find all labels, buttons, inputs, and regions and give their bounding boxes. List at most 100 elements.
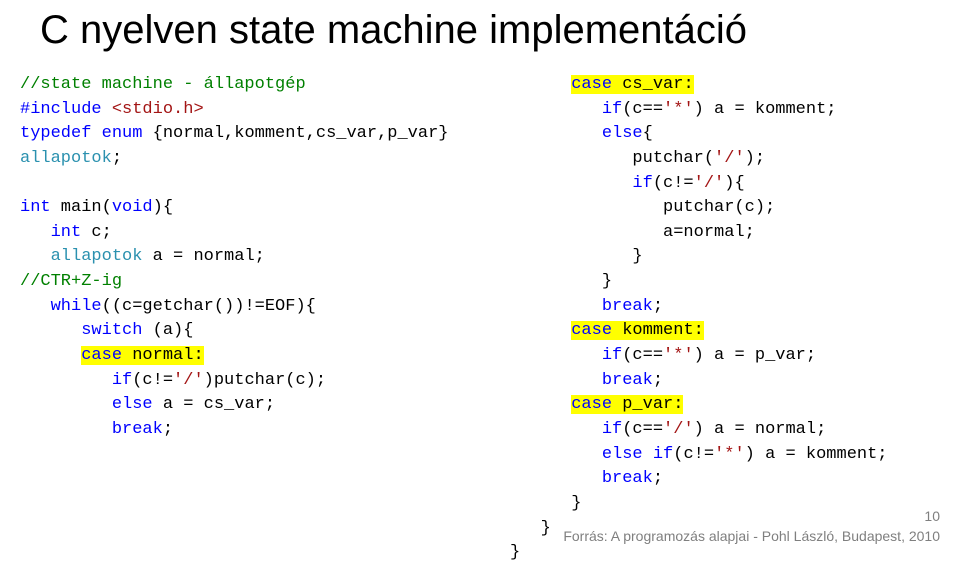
code-text: ) a = komment; <box>694 100 837 119</box>
code-text: ) a = p_var; <box>694 346 816 365</box>
code-text <box>20 371 112 390</box>
code-text: if <box>602 346 622 365</box>
code-text: if <box>602 100 622 119</box>
code-text: } <box>510 247 643 266</box>
code-text: ; <box>112 149 122 168</box>
code-text: else <box>602 445 643 464</box>
code-text: } <box>510 494 581 513</box>
code-columns: //state machine - állapotgép #include <s… <box>0 63 960 566</box>
code-text <box>510 75 571 94</box>
code-text: (a){ <box>142 321 193 340</box>
code-text: '/' <box>714 149 745 168</box>
page-title: C nyelven state machine implementáció <box>0 0 960 63</box>
code-text: } <box>510 272 612 291</box>
code-text: ; <box>653 297 663 316</box>
code-text: (c!= <box>673 445 714 464</box>
code-text: void <box>112 198 153 217</box>
code-text: main( <box>51 198 112 217</box>
code-text <box>510 371 602 390</box>
code-text: <stdio.h> <box>112 100 204 119</box>
code-text: ) a = normal; <box>694 420 827 439</box>
code-text: '/' <box>173 371 204 390</box>
code-text: '*' <box>714 445 745 464</box>
code-text <box>510 321 571 340</box>
code-text <box>510 346 602 365</box>
code-text: cs_var: <box>612 75 694 94</box>
code-line: #include <box>20 100 102 119</box>
code-text: (c!= <box>653 174 694 193</box>
code-text: if <box>112 371 132 390</box>
code-text <box>20 321 81 340</box>
code-text: normal: <box>122 346 204 365</box>
code-text: komment: <box>612 321 704 340</box>
code-text <box>20 223 51 242</box>
code-text: allapotok <box>51 247 143 266</box>
code-text: (c== <box>622 346 663 365</box>
page-number: 10 <box>924 508 940 524</box>
code-text: case <box>571 321 612 340</box>
code-text: ){ <box>724 174 744 193</box>
code-text: p_var: <box>612 395 683 414</box>
code-text: ; <box>653 371 663 390</box>
code-text: if <box>602 420 622 439</box>
code-text: typedef <box>20 124 91 143</box>
code-text: enum <box>102 124 143 143</box>
code-text <box>20 247 51 266</box>
code-text: int <box>51 223 82 242</box>
code-text: ) a = komment; <box>745 445 888 464</box>
code-text: ; <box>163 420 173 439</box>
code-line: //state machine - állapotgép <box>20 75 306 94</box>
code-text: ; <box>653 469 663 488</box>
code-text: else <box>602 124 643 143</box>
code-text: ){ <box>153 198 173 217</box>
code-text: ); <box>745 149 765 168</box>
code-text: (c== <box>622 420 663 439</box>
code-text: putchar( <box>510 149 714 168</box>
code-text: a = normal; <box>142 247 264 266</box>
code-text: } <box>510 519 551 538</box>
code-text <box>20 297 51 316</box>
code-text: while <box>51 297 102 316</box>
code-text: if <box>653 445 673 464</box>
code-text: } <box>510 543 520 562</box>
code-text <box>510 100 602 119</box>
code-text: else <box>112 395 153 414</box>
code-text: '/' <box>694 174 725 193</box>
footer-source: Forrás: A programozás alapjai - Pohl Lás… <box>563 528 940 544</box>
code-text <box>510 445 602 464</box>
code-text: {normal,komment,cs_var,p_var} <box>142 124 448 143</box>
code-text: break <box>602 371 653 390</box>
code-text: allapotok <box>20 149 112 168</box>
code-text <box>20 420 112 439</box>
code-text: case <box>81 346 122 365</box>
code-text: switch <box>81 321 142 340</box>
code-text: a = cs_var; <box>153 395 275 414</box>
code-text <box>510 420 602 439</box>
code-text: case <box>571 75 612 94</box>
code-text <box>20 395 112 414</box>
code-text <box>510 124 602 143</box>
code-text: '/' <box>663 420 694 439</box>
code-text: '*' <box>663 100 694 119</box>
code-line: //CTR+Z-ig <box>20 272 122 291</box>
code-text: a=normal; <box>510 223 755 242</box>
code-text <box>20 346 81 365</box>
code-text <box>91 124 101 143</box>
code-text <box>643 445 653 464</box>
code-text: if <box>632 174 652 193</box>
code-text: (c!= <box>132 371 173 390</box>
code-text: c; <box>81 223 112 242</box>
code-text <box>102 100 112 119</box>
code-text <box>510 174 632 193</box>
code-text: putchar(c); <box>510 198 775 217</box>
code-text: ((c=getchar())!=EOF){ <box>102 297 316 316</box>
code-right-column: case cs_var: if(c=='*') a = komment; els… <box>490 73 940 566</box>
code-text: )putchar(c); <box>204 371 326 390</box>
code-text: int <box>20 198 51 217</box>
code-text: case <box>571 395 612 414</box>
code-text: { <box>643 124 653 143</box>
code-text <box>510 297 602 316</box>
code-text <box>510 469 602 488</box>
code-text: break <box>602 469 653 488</box>
code-text: (c== <box>622 100 663 119</box>
